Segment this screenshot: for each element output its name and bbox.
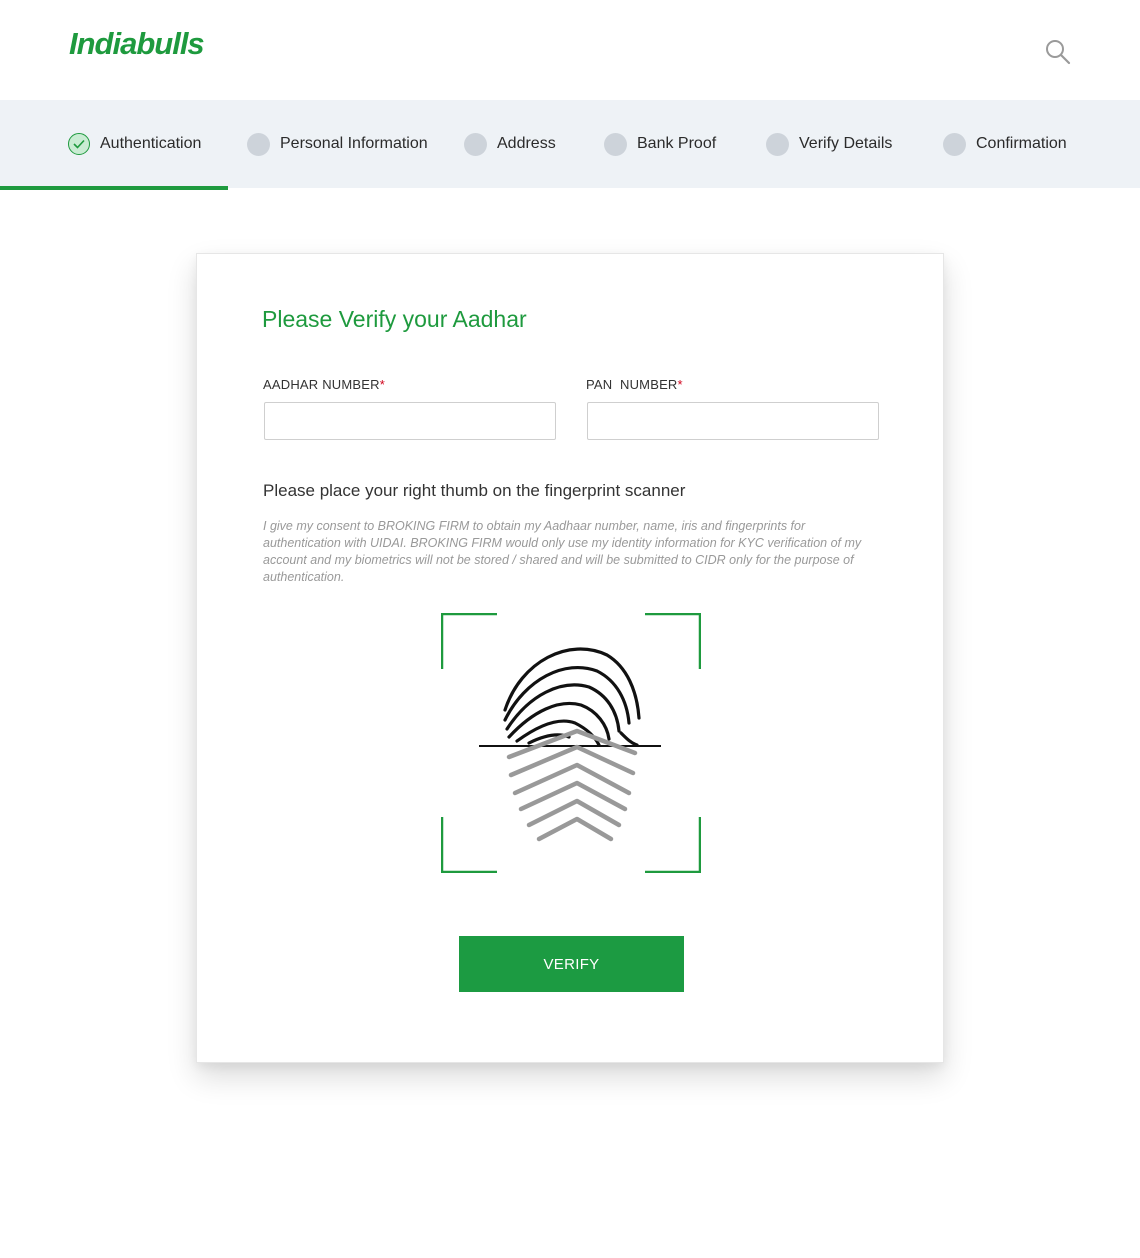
fingerprint-scanner[interactable] [440,612,702,874]
aadhar-number-label: AADHAR NUMBER* [263,377,385,392]
step-bank-proof[interactable]: Bank Proof [604,100,716,188]
search-icon[interactable] [1044,38,1072,66]
step-label: Personal Information [280,135,428,152]
fingerprint-icon [440,612,702,874]
step-indicator [766,132,789,156]
step-indicator [943,132,966,156]
consent-text: I give my consent to BROKING FIRM to obt… [263,519,862,584]
progress-steps: Authentication Personal Information Addr… [0,100,1140,188]
header: Indiabulls [0,0,1140,100]
page-title: Please Verify your Aadhar [262,306,527,332]
step-verify-details[interactable]: Verify Details [766,100,892,188]
required-mark: * [677,377,683,392]
step-label: Bank Proof [637,135,717,152]
step-indicator [464,132,487,156]
step-label: Verify Details [799,135,893,152]
step-indicator [247,132,270,156]
pan-label-text: PAN NUMBER [586,377,678,392]
pan-number-input[interactable] [587,402,879,440]
step-indicator [604,132,627,156]
pan-number-label: PAN NUMBER* [586,377,683,392]
step-authentication[interactable]: Authentication [68,100,201,188]
step-label: Authentication [100,135,202,152]
verify-button[interactable]: VERIFY [459,936,684,992]
step-label: Address [497,135,556,152]
indiabulls-logo[interactable]: Indiabulls [69,26,205,62]
check-circle-icon [68,133,90,155]
step-personal-information[interactable]: Personal Information [247,100,428,188]
step-progress-bar [0,186,228,190]
fingerprint-instruction: Please place your right thumb on the fin… [263,481,686,500]
step-label: Confirmation [976,135,1067,152]
required-mark: * [379,377,385,392]
step-confirmation[interactable]: Confirmation [943,100,1067,188]
aadhar-number-input[interactable] [264,402,556,440]
step-address[interactable]: Address [464,100,556,188]
aadhar-label-text: AADHAR NUMBER [263,377,380,392]
aadhar-verification-card: Please Verify your Aadhar AADHAR NUMBER*… [196,253,944,1063]
